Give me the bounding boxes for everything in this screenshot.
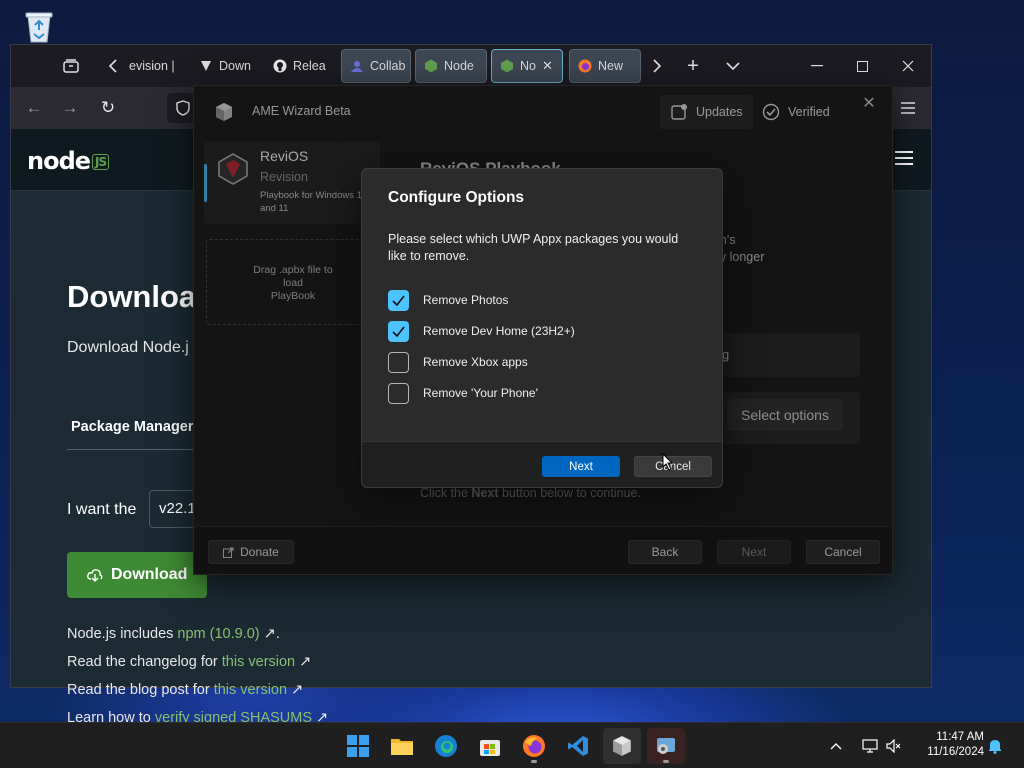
tab-new[interactable]: New (569, 49, 641, 83)
nodejs-logo[interactable]: node JS (27, 147, 110, 175)
firefox-icon (523, 735, 545, 757)
changelog-line: Read the changelog for this version ↗ (67, 654, 312, 670)
tab-node-active[interactable]: No ✕ (491, 49, 563, 83)
option-remove-xbox[interactable]: Remove Xbox apps (388, 351, 528, 373)
tab-label: Collab (370, 59, 406, 73)
chevron-up-icon (830, 743, 842, 750)
tab-label: Node (444, 59, 474, 73)
maximize-icon[interactable] (848, 53, 876, 79)
tab-download[interactable]: Down (191, 49, 253, 83)
store-icon (480, 740, 500, 756)
vscode-icon (568, 736, 588, 756)
tab-label: Relea (293, 59, 326, 73)
tab-label: Down (219, 59, 251, 73)
tab-overview-icon[interactable] (57, 53, 85, 79)
dialog-message: Please select which UWP Appx packages yo… (388, 232, 679, 263)
nodejs-icon (425, 59, 437, 73)
volume-muted-icon[interactable] (886, 723, 904, 768)
firefox-taskbar-button[interactable] (515, 728, 553, 764)
tab-label: No (520, 59, 536, 73)
npm-line: Node.js includes npm (10.9.0) ↗. (67, 626, 280, 642)
edge-button[interactable] (427, 728, 465, 764)
file-explorer-button[interactable] (383, 728, 421, 764)
dialog-title: Configure Options (388, 189, 525, 206)
shield-icon (176, 100, 190, 116)
store-button[interactable] (471, 728, 509, 764)
tabs-scroll-right-icon[interactable] (643, 53, 671, 79)
tab-revision[interactable]: evision | (121, 49, 181, 83)
checkbox-unchecked[interactable] (388, 351, 409, 373)
minimize-icon[interactable] (803, 53, 831, 79)
option-remove-photos[interactable]: Remove Photos (388, 289, 508, 311)
nodejs-icon (501, 59, 513, 73)
vscode-button[interactable] (559, 728, 597, 764)
page-title: Downloa (67, 279, 197, 314)
page-subtitle: Download Node.j (67, 339, 189, 356)
taskbar: 11:47 AM 11/16/2024 (0, 722, 1024, 768)
tab-label: New (598, 59, 624, 73)
installer-icon (657, 738, 675, 754)
firefox-icon (578, 59, 592, 73)
tab-package-manager[interactable]: Package Manager (71, 419, 194, 435)
option-remove-your-phone[interactable]: Remove 'Your Phone' (388, 382, 538, 404)
shield-icon (201, 61, 211, 71)
site-menu-icon[interactable] (895, 151, 913, 165)
download-cloud-icon (87, 569, 103, 582)
tab-github-releases[interactable]: Relea (265, 49, 333, 83)
network-icon[interactable] (862, 723, 880, 768)
start-button[interactable] (339, 728, 377, 764)
tab-collab[interactable]: Collab (341, 49, 411, 83)
checkbox-checked[interactable] (388, 289, 409, 311)
checkbox-checked[interactable] (388, 320, 409, 342)
colab-icon (351, 61, 363, 72)
tab-close-icon[interactable]: ✕ (542, 58, 553, 74)
system-clock[interactable]: 11:47 AM 11/16/2024 (912, 730, 984, 760)
close-window-icon[interactable] (894, 53, 922, 79)
github-icon (273, 59, 287, 73)
mouse-cursor-icon (662, 453, 674, 471)
windows-logo-icon (347, 735, 369, 757)
reload-icon[interactable]: ↻ (95, 95, 121, 121)
npm-link[interactable]: npm (10.9.0) (177, 626, 259, 642)
app-menu-icon[interactable] (895, 95, 921, 121)
dialog-next-button[interactable]: Next (542, 456, 620, 477)
checkmark-icon (392, 295, 405, 306)
blog-link[interactable]: this version (214, 682, 287, 698)
download-button[interactable]: Download (67, 552, 207, 598)
show-hidden-icons[interactable] (830, 723, 848, 768)
changelog-link[interactable]: this version (222, 654, 295, 670)
checkbox-unchecked[interactable] (388, 382, 409, 404)
back-arrow-icon[interactable]: ← (21, 95, 47, 121)
tab-label: evision | (129, 59, 175, 73)
forward-arrow-icon[interactable]: → (57, 95, 83, 121)
version-label: I want the (67, 501, 137, 518)
tab-node[interactable]: Node (415, 49, 487, 83)
ame-wizard-icon (613, 736, 631, 756)
list-tabs-icon[interactable] (719, 53, 747, 79)
new-tab-icon[interactable]: + (679, 53, 707, 79)
blog-line: Read the blog post for this version ↗ (67, 682, 304, 698)
edge-icon (435, 735, 457, 757)
checkmark-icon (392, 326, 405, 337)
folder-icon (391, 739, 413, 755)
ame-wizard-taskbar-button[interactable] (603, 728, 641, 764)
tab-strip: evision | Down Relea Collab Node No ✕ Ne… (11, 45, 931, 87)
recycle-bin-icon[interactable] (20, 8, 58, 46)
notifications-bell-icon[interactable] (988, 723, 1006, 768)
option-remove-dev-home[interactable]: Remove Dev Home (23H2+) (388, 320, 575, 342)
configure-options-dialog: Configure Options Please select which UW… (361, 168, 723, 488)
wizard-helper-taskbar-button[interactable] (647, 728, 685, 764)
